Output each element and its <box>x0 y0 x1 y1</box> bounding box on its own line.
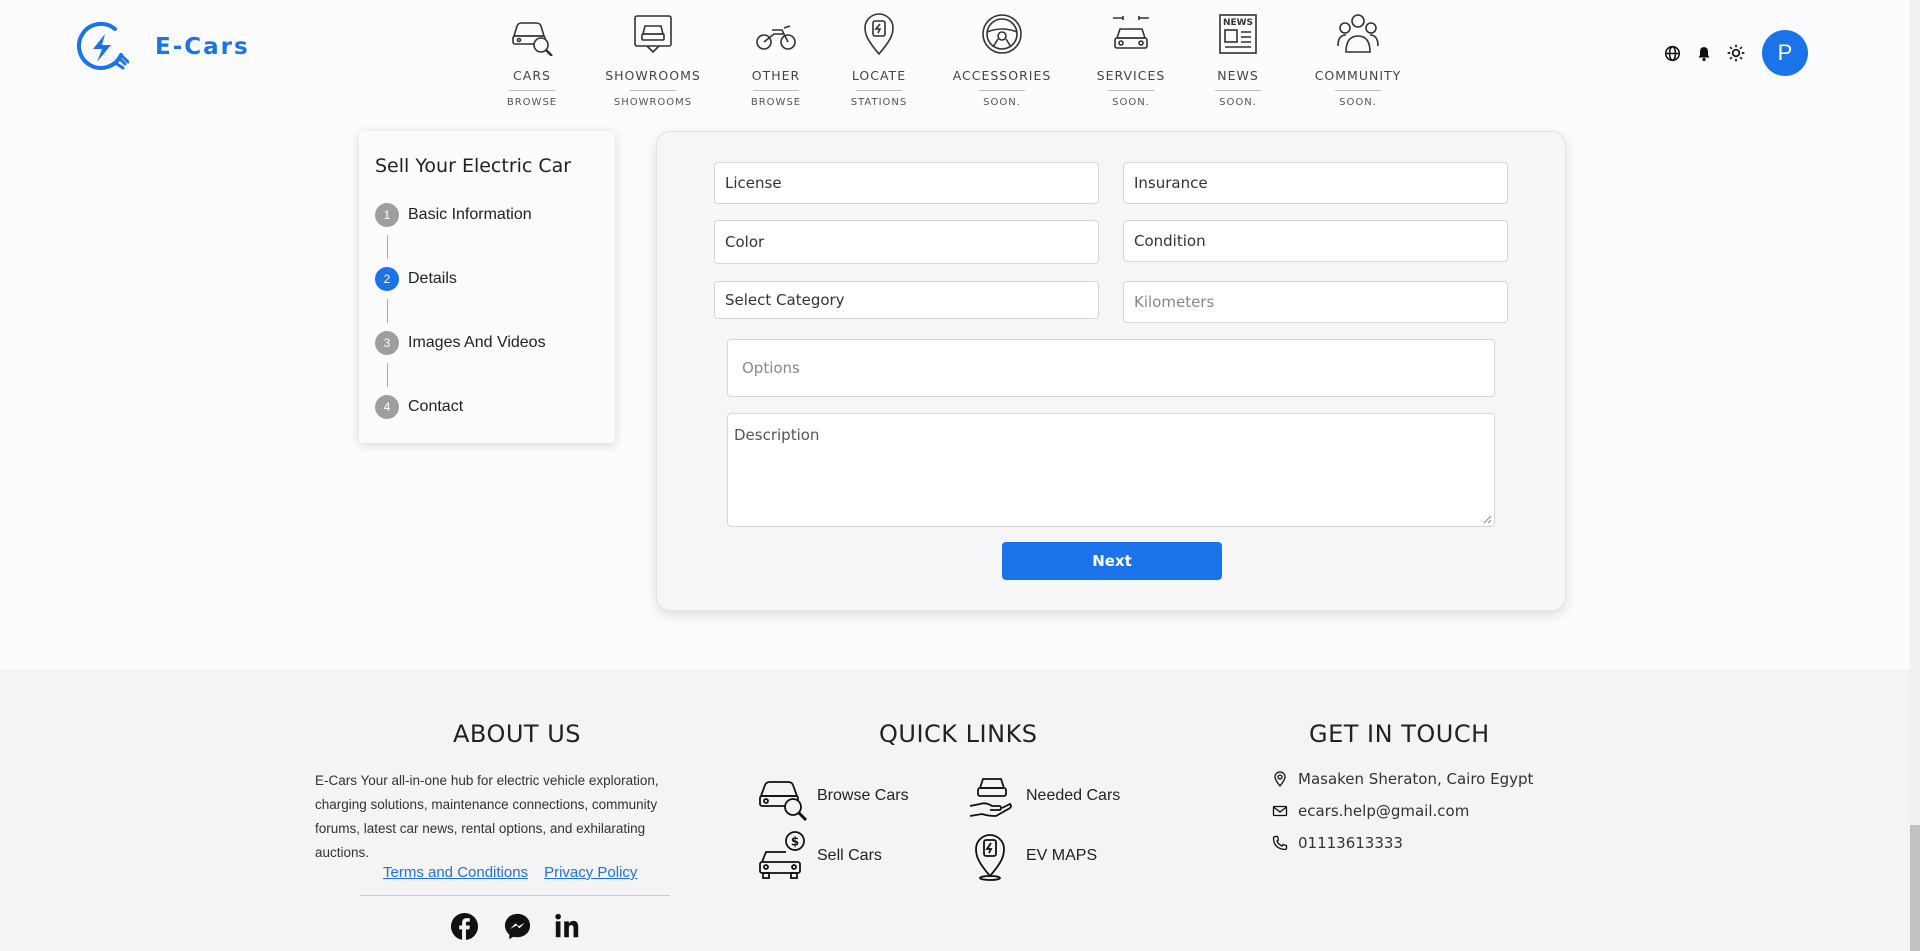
messenger-icon <box>504 913 530 939</box>
contact-email[interactable]: ecars.help@gmail.com <box>1272 802 1469 820</box>
notifications-button[interactable] <box>1694 43 1714 63</box>
stepper-title: Sell Your Electric Car <box>375 155 572 177</box>
header-tools: P <box>1650 30 1808 76</box>
header: E-Cars CARS BROWSE SHOWROOMS SHOWROOMS O… <box>0 0 1920 120</box>
user-avatar[interactable]: P <box>1762 30 1808 76</box>
about-title: ABOUT US <box>453 720 582 748</box>
color-field[interactable]: Color <box>714 220 1099 264</box>
insurance-field[interactable]: Insurance <box>1123 162 1508 204</box>
charging-station-pin-icon <box>864 13 894 56</box>
step-connector <box>387 299 388 323</box>
details-form-card: License Insurance Color Condition Select… <box>656 131 1566 611</box>
contact-address: Masaken Sheraton, Cairo Egypt <box>1272 770 1533 788</box>
svg-text:NEWS: NEWS <box>1223 18 1253 28</box>
car-dollar-icon: $ <box>759 831 805 879</box>
scrollbar-thumb[interactable] <box>1910 825 1920 951</box>
language-button[interactable] <box>1662 43 1682 63</box>
theme-toggle-button[interactable] <box>1726 43 1746 63</box>
brand-logo[interactable]: E-Cars <box>75 20 250 74</box>
resize-handle-icon[interactable] <box>1482 514 1492 524</box>
needed-cars-link[interactable]: Needed Cars <box>966 770 1120 822</box>
step-number: 4 <box>375 395 399 419</box>
bell-icon <box>1698 46 1710 61</box>
community-icon <box>1337 14 1379 53</box>
facebook-icon <box>450 912 478 940</box>
sell-cars-link[interactable]: $ Sell Cars <box>757 830 882 882</box>
step-contact[interactable]: 4 Contact <box>375 395 463 419</box>
quick-links-title: QUICK LINKS <box>879 720 1038 748</box>
linkedin-icon <box>555 913 579 938</box>
brand-name: E-Cars <box>155 34 250 60</box>
condition-field[interactable]: Condition <box>1123 220 1508 262</box>
page-scrollbar[interactable] <box>1910 0 1920 951</box>
step-basic-information[interactable]: 1 Basic Information <box>375 203 532 227</box>
step-number: 1 <box>375 203 399 227</box>
step-number: 2 <box>375 267 399 291</box>
car-search-icon <box>759 781 808 822</box>
legal-links: Terms and Conditions Privacy Policy <box>383 864 653 881</box>
nav-item-accessories[interactable]: ACCESSORIES SOON. <box>927 12 1077 108</box>
terms-link[interactable]: Terms and Conditions <box>383 864 528 881</box>
nav-item-community[interactable]: COMMUNITY SOON. <box>1283 12 1433 108</box>
description-placeholder: Description <box>734 426 820 444</box>
description-textarea[interactable]: Description <box>727 413 1495 527</box>
ev-maps-link[interactable]: EV MAPS <box>966 830 1097 882</box>
ecars-logo-icon <box>76 21 129 70</box>
location-pin-icon <box>1274 771 1286 787</box>
envelope-icon <box>1272 805 1288 817</box>
showroom-icon <box>634 15 672 54</box>
ev-map-pin-icon <box>975 834 1005 881</box>
facebook-link[interactable] <box>448 910 480 942</box>
svg-text:$: $ <box>791 835 799 849</box>
linkedin-link[interactable] <box>551 910 583 942</box>
step-connector <box>387 363 388 387</box>
next-button[interactable]: Next <box>1002 542 1222 580</box>
contact-phone[interactable]: 01113613333 <box>1272 834 1403 852</box>
step-label: Images And Videos <box>408 334 546 351</box>
car-search-icon <box>512 22 553 56</box>
step-label: Basic Information <box>408 206 532 223</box>
contact-title: GET IN TOUCH <box>1309 720 1490 748</box>
step-connector <box>387 235 388 259</box>
browse-cars-link[interactable]: Browse Cars <box>757 770 909 822</box>
step-number: 3 <box>375 331 399 355</box>
privacy-link[interactable]: Privacy Policy <box>544 864 637 881</box>
step-details[interactable]: 2 Details <box>375 267 457 291</box>
messenger-link[interactable] <box>501 910 533 942</box>
kilometers-input[interactable]: Kilometers <box>1123 281 1508 323</box>
step-label: Details <box>408 270 457 287</box>
step-label: Contact <box>408 398 464 415</box>
about-text: E-Cars Your all-in-one hub for electric … <box>315 773 659 860</box>
step-images-and-videos[interactable]: 3 Images And Videos <box>375 331 546 355</box>
license-field[interactable]: License <box>714 162 1099 204</box>
footer: ABOUT US E-Cars Your all-in-one hub for … <box>0 670 1920 951</box>
motorcycle-icon <box>756 25 796 50</box>
car-service-icon <box>1113 16 1149 49</box>
footer-divider <box>360 895 670 896</box>
globe-icon <box>1664 45 1680 61</box>
category-select[interactable]: Select Category <box>714 281 1099 319</box>
sun-icon <box>1727 44 1745 62</box>
hand-car-icon <box>969 778 1012 817</box>
options-input[interactable]: Options <box>727 339 1495 397</box>
newspaper-icon: NEWS <box>1219 14 1257 54</box>
phone-icon <box>1272 835 1288 851</box>
sell-stepper: Sell Your Electric Car 1 Basic Informati… <box>359 131 615 443</box>
steering-wheel-icon <box>982 14 1022 54</box>
